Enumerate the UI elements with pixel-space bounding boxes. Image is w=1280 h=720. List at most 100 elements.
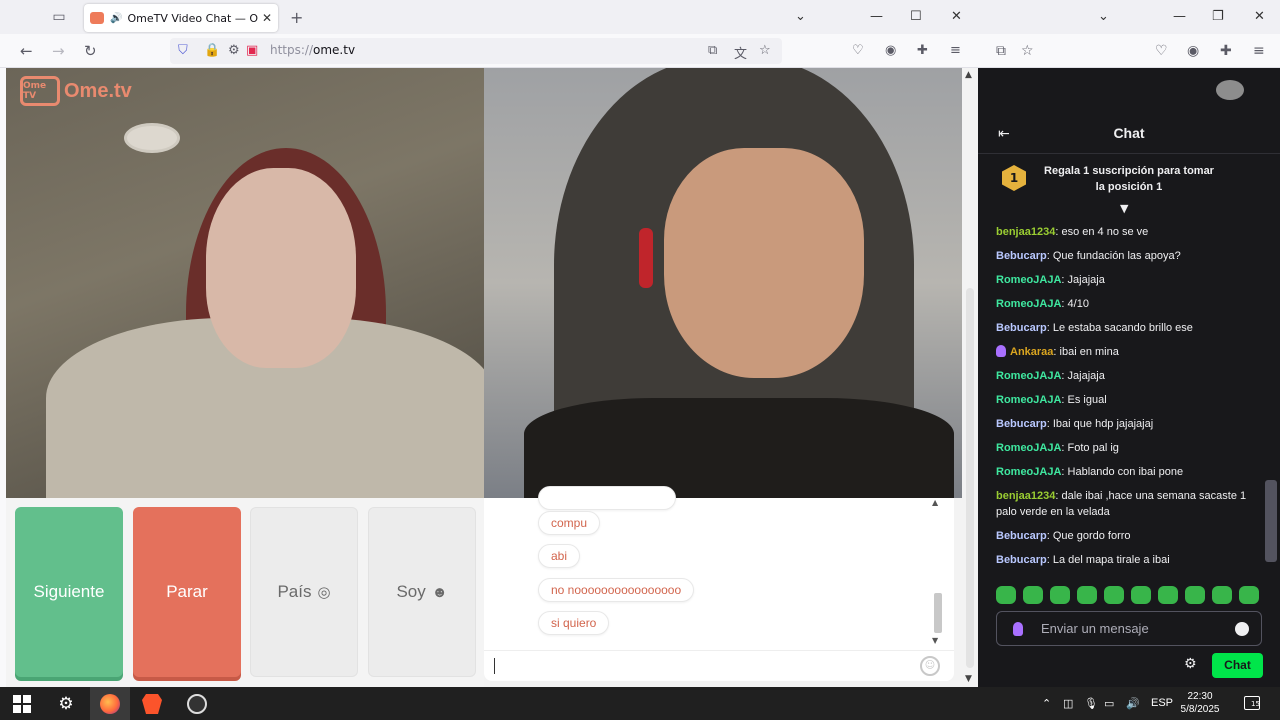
chat-username[interactable]: RomeoJAJA — [996, 442, 1061, 454]
chat-text: Jajajaja — [1067, 274, 1105, 286]
lock-icon[interactable]: 🔒 — [204, 43, 220, 58]
chat-username[interactable]: Bebucarp — [996, 250, 1047, 262]
emote-icon[interactable] — [996, 586, 1016, 604]
expand-icon[interactable]: ▼ — [1120, 202, 1128, 215]
page-scroll-thumb[interactable] — [966, 288, 974, 668]
new-tab-icon[interactable]: + — [290, 8, 303, 27]
country-button[interactable]: País ◎ — [250, 507, 358, 677]
reload-icon[interactable]: ↻ — [84, 42, 97, 60]
pocket-icon[interactable]: ♡ — [852, 42, 864, 60]
scroll-down-icon[interactable]: ▼ — [932, 636, 938, 645]
obs-icon[interactable] — [187, 694, 207, 714]
chat-username[interactable]: Bebucarp — [996, 322, 1047, 334]
menu-icon[interactable]: ≡ — [950, 42, 961, 60]
chat-settings-icon[interactable]: ⚙ — [1184, 656, 1197, 672]
address-bar[interactable]: ⛉ 🔒 ⚙ ▣ https://ome.tv ⧉ 文 ☆ — [170, 38, 782, 64]
back-icon[interactable]: ← — [20, 42, 33, 60]
emote-icon[interactable] — [1023, 586, 1043, 604]
chat-text: Le estaba sacando brillo ese — [1052, 322, 1193, 334]
text-caret — [494, 658, 495, 674]
settings-icon[interactable]: ⚙ — [56, 694, 76, 714]
close-window-icon[interactable]: ✕ — [1254, 9, 1265, 24]
picture-in-picture-icon[interactable]: ⧉ — [708, 43, 717, 58]
emote-bar — [996, 586, 1266, 606]
tab-ometv[interactable]: 🔊 OmeTV Video Chat — Ome ✕ — [84, 4, 278, 32]
emote-icon[interactable] — [1185, 586, 1205, 604]
chat-username[interactable]: benjaa1234 — [996, 490, 1055, 502]
volume-icon[interactable]: 🔊 — [1126, 697, 1140, 710]
picture-in-picture-icon[interactable]: ⧉ — [996, 43, 1006, 59]
right-tab-bar: ⌄ — ❐ ✕ — [978, 0, 1280, 34]
chat-username[interactable]: RomeoJAJA — [996, 274, 1061, 286]
chat-username[interactable]: Bebucarp — [996, 530, 1047, 542]
chat-username[interactable]: RomeoJAJA — [996, 466, 1061, 478]
extensions-icon[interactable]: ✚ — [917, 42, 928, 60]
camera-sharing-icon[interactable]: ▣ — [246, 43, 258, 58]
avatar[interactable] — [1216, 80, 1244, 100]
shield-icon[interactable]: ⛉ — [178, 43, 188, 58]
chevron-down-icon[interactable]: ⌄ — [795, 9, 806, 24]
maximize-icon[interactable]: ☐ — [910, 9, 922, 24]
chat-username[interactable]: Ankaraa — [1010, 346, 1053, 358]
notification-center-icon[interactable]: 15 — [1244, 696, 1260, 710]
chat-input[interactable]: Enviar un mensaje — [996, 611, 1262, 646]
chevron-up-icon[interactable]: ⌃ — [1042, 697, 1051, 710]
chat-username[interactable]: RomeoJAJA — [996, 298, 1061, 310]
bookmark-star-icon[interactable]: ☆ — [1021, 43, 1034, 59]
next-button[interactable]: Siguiente — [15, 507, 123, 677]
extensions-icon[interactable]: ✚ — [1220, 43, 1232, 59]
close-window-icon[interactable]: ✕ — [951, 9, 962, 24]
chat-username[interactable]: RomeoJAJA — [996, 394, 1061, 406]
windows-start-icon[interactable] — [12, 694, 32, 714]
chat-username[interactable]: Bebucarp — [996, 418, 1047, 430]
brave-icon[interactable] — [142, 694, 162, 714]
emote-icon[interactable] — [1104, 586, 1124, 604]
ometv-logo[interactable]: Ome TV Ome.tv — [20, 76, 132, 106]
emote-icon[interactable] — [1131, 586, 1151, 604]
minimize-icon[interactable]: — — [1173, 9, 1186, 24]
url-text[interactable]: https://ome.tv — [270, 43, 355, 57]
microphone-icon[interactable]: 🎙 — [1084, 697, 1098, 710]
chat-username[interactable]: Bebucarp — [996, 554, 1047, 566]
emote-icon[interactable] — [1239, 586, 1259, 604]
speaker-icon[interactable]: 🔊 — [110, 13, 122, 24]
emote-icon[interactable] — [1158, 586, 1178, 604]
page-scrollbar[interactable]: ▲ ▼ — [962, 68, 978, 687]
account-icon[interactable]: ◉ — [1187, 43, 1199, 59]
scroll-up-icon[interactable]: ▲ — [932, 498, 938, 507]
account-icon[interactable]: ◉ — [885, 42, 896, 60]
chevron-down-icon[interactable]: ⌄ — [1098, 9, 1109, 24]
emoji-icon[interactable]: ☺ — [920, 656, 940, 676]
pocket-icon[interactable]: ♡ — [1155, 43, 1168, 59]
bookmark-star-icon[interactable]: ☆ — [759, 43, 771, 58]
chat-scrollbar[interactable] — [1265, 480, 1277, 562]
minimize-icon[interactable]: — — [870, 9, 883, 24]
chat-username[interactable]: benjaa1234 — [996, 226, 1055, 238]
close-tab-icon[interactable]: ✕ — [262, 11, 272, 25]
emote-picker-icon[interactable] — [1235, 622, 1249, 636]
clock[interactable]: 22:30 5/8/2025 — [1176, 690, 1224, 716]
send-chat-button[interactable]: Chat — [1212, 653, 1263, 678]
chat-scrollbar[interactable]: ▲ ▼ — [932, 498, 942, 648]
translate-icon[interactable]: 文 — [734, 43, 747, 62]
tray-icon[interactable]: ◫ — [1063, 697, 1073, 710]
chat-username[interactable]: RomeoJAJA — [996, 370, 1061, 382]
forward-icon[interactable]: → — [52, 42, 65, 60]
chat-scroll-thumb[interactable] — [934, 593, 942, 633]
gift-sub-leaderboard[interactable]: 1 Regala 1 suscripción para tomar la pos… — [978, 156, 1280, 215]
list-all-tabs-icon[interactable]: ▭ — [50, 8, 68, 26]
emote-icon[interactable] — [1077, 586, 1097, 604]
restore-icon[interactable]: ❐ — [1212, 9, 1224, 24]
stop-button[interactable]: Parar — [133, 507, 241, 677]
emote-icon[interactable] — [1050, 586, 1070, 604]
permissions-icon[interactable]: ⚙ — [228, 43, 240, 58]
menu-icon[interactable]: ≡ — [1253, 43, 1265, 59]
message-input[interactable]: ☺ — [484, 650, 954, 681]
gender-button[interactable]: Soy ☻ — [368, 507, 476, 677]
scroll-up-icon[interactable]: ▲ — [965, 70, 972, 80]
firefox-icon[interactable] — [100, 694, 120, 714]
language-indicator[interactable]: ESP — [1151, 697, 1173, 709]
network-icon[interactable]: ▭ — [1104, 697, 1114, 710]
emote-icon[interactable] — [1212, 586, 1232, 604]
scroll-down-icon[interactable]: ▼ — [965, 674, 972, 684]
